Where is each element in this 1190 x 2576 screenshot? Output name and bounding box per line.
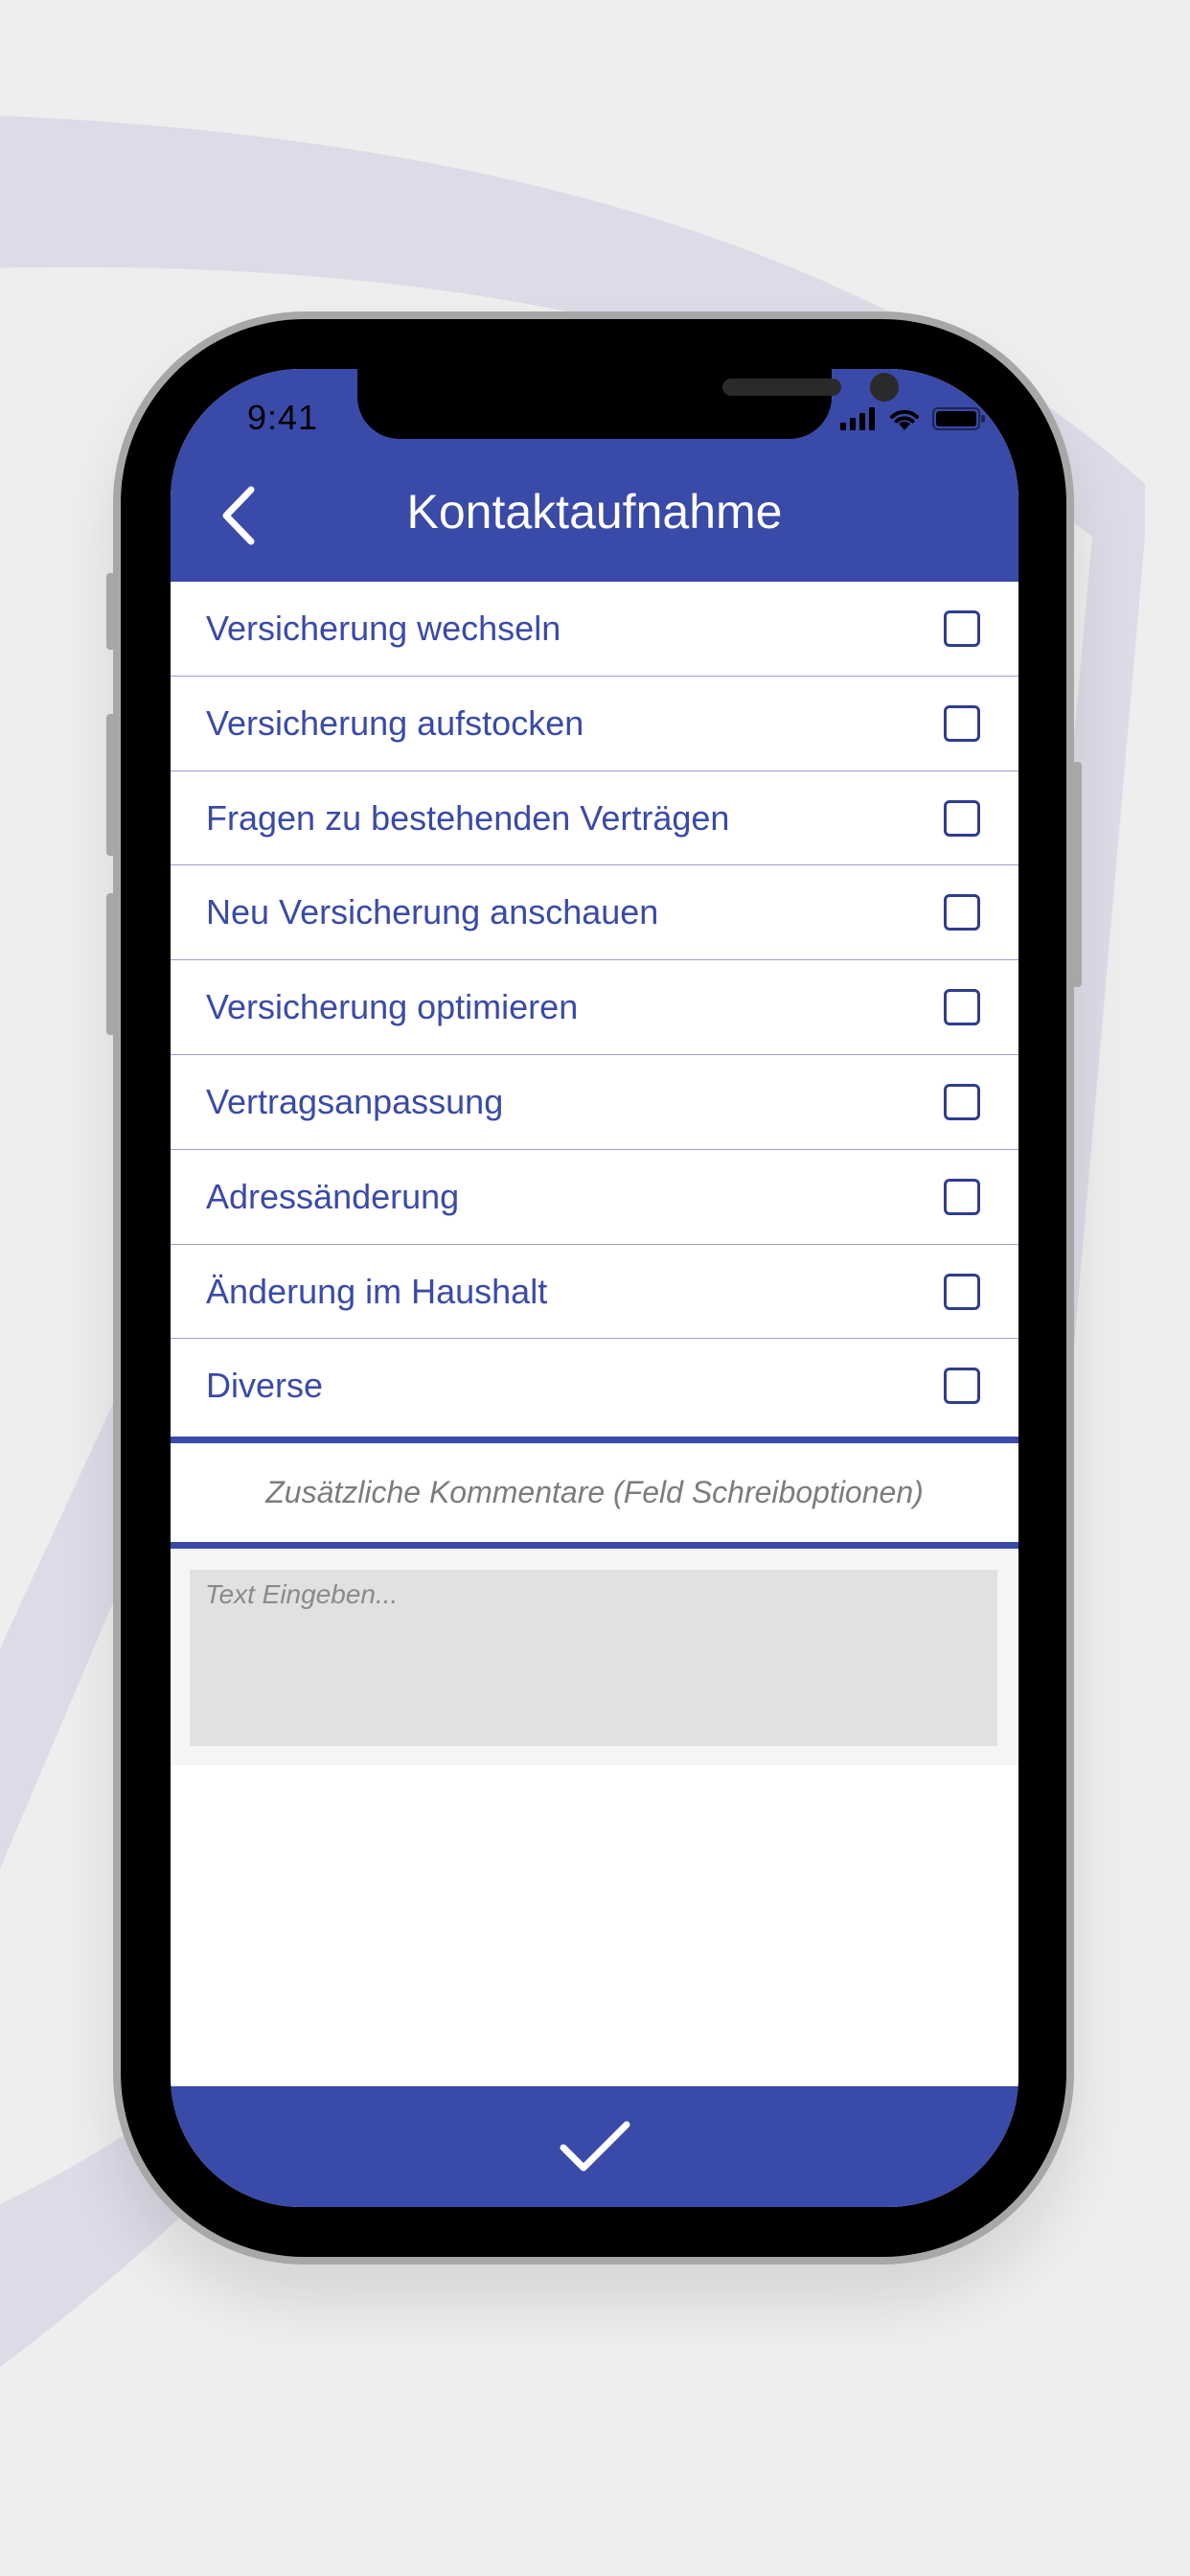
option-row-versicherung-aufstocken[interactable]: Versicherung aufstocken [171,677,1018,771]
front-camera [870,373,899,402]
option-row-adressaenderung[interactable]: Adressänderung [171,1150,1018,1245]
section-divider [171,1437,1018,1443]
contact-options-list: Versicherung wechseln Versicherung aufst… [171,582,1018,1434]
section-divider [171,1542,1018,1549]
signal-icon [840,407,875,430]
option-row-diverse[interactable]: Diverse [171,1339,1018,1434]
phone-mute-switch [106,573,116,650]
confirm-button[interactable] [171,2086,1018,2207]
phone-volume-down-button [106,893,116,1035]
option-checkbox[interactable] [944,1083,980,1120]
option-checkbox[interactable] [944,989,980,1026]
checkmark-icon [560,2121,629,2172]
comment-textarea[interactable] [190,1570,997,1746]
comments-heading: Zusätzliche Kommentare (Feld Schreibopti… [265,1475,924,1509]
status-time: 9:41 [247,398,319,437]
option-label: Versicherung wechseln [206,609,561,648]
header-bar: 9:41 Kontaktaufnahme [171,369,1018,582]
option-checkbox[interactable] [944,799,980,837]
option-label: Vertragsanpassung [206,1081,504,1121]
phone-power-button [1072,762,1082,987]
option-checkbox[interactable] [944,1178,980,1215]
battery-icon [932,407,985,430]
option-row-fragen-vertraege[interactable]: Fragen zu bestehenden Verträgen [171,771,1018,866]
option-checkbox[interactable] [944,1368,980,1405]
option-checkbox[interactable] [944,610,980,647]
option-label: Versicherung optimieren [206,987,579,1027]
comments-section [171,1549,1018,1765]
option-row-vertragsanpassung[interactable]: Vertragsanpassung [171,1055,1018,1150]
option-label: Versicherung aufstocken [206,702,584,743]
option-label: Änderung im Haushalt [206,1271,548,1311]
speaker-grille [722,379,841,396]
option-checkbox[interactable] [944,704,980,742]
option-label: Neu Versicherung anschauen [206,892,659,932]
option-checkbox[interactable] [944,1273,980,1310]
option-label: Adressänderung [206,1176,460,1216]
option-row-aenderung-haushalt[interactable]: Änderung im Haushalt [171,1245,1018,1340]
option-row-versicherung-wechseln[interactable]: Versicherung wechseln [171,582,1018,677]
option-label: Fragen zu bestehenden Verträgen [206,797,730,838]
option-row-versicherung-optimieren[interactable]: Versicherung optimieren [171,960,1018,1055]
status-icons [840,407,986,430]
option-checkbox[interactable] [944,894,980,932]
app-screen: 9:41 Kontaktaufnahme Versicherung wechse… [171,369,1018,2207]
option-row-neu-versicherung[interactable]: Neu Versicherung anschauen [171,865,1018,961]
page-title: Kontaktaufnahme [406,485,783,539]
wifi-icon [890,409,919,430]
option-label: Diverse [206,1366,324,1406]
phone-volume-up-button [106,714,116,856]
phone-notch [357,369,899,439]
